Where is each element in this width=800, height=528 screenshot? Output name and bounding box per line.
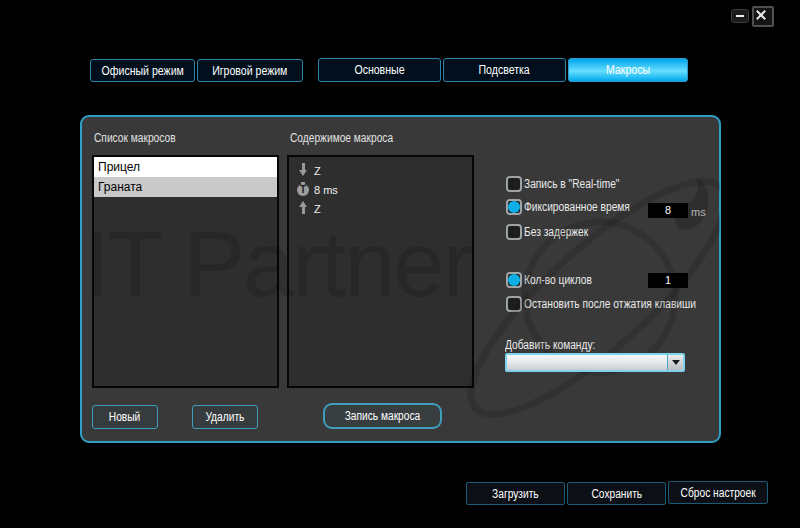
realtime-label: Запись в "Real-time" <box>524 177 619 191</box>
cycles-label: Кол-во циклов <box>524 273 592 287</box>
reset-button[interactable]: Сброс настроек <box>668 481 768 504</box>
no-delay-row: Без задержек <box>506 224 600 240</box>
tab-macros[interactable]: Макросы <box>568 58 688 82</box>
tab-game-mode[interactable]: Игровой режим <box>197 59 303 82</box>
key-up-icon <box>296 201 310 216</box>
record-macro-button-label: Запись макроса <box>345 409 421 423</box>
stop-on-release-label: Остановить после отжатия клавиши <box>524 297 696 311</box>
macro-content-label: Содержимое макроса <box>290 131 393 145</box>
cycles-radio[interactable] <box>506 272 522 288</box>
add-command-dropdown-button[interactable] <box>667 355 683 370</box>
fixed-time-row: Фиксированное время <box>506 199 649 215</box>
tab-game-mode-label: Игровой режим <box>212 64 287 78</box>
minimize-button[interactable] <box>731 9 749 23</box>
tab-backlight[interactable]: Подсветка <box>443 58 566 82</box>
delay-icon: T <box>296 183 310 196</box>
macro-event-keydown[interactable]: Z <box>289 161 472 180</box>
fixed-time-radio[interactable] <box>506 199 522 215</box>
tab-macros-label: Макросы <box>606 63 650 77</box>
macro-list-item[interactable]: Прицел <box>94 157 277 177</box>
no-delay-label: Без задержек <box>524 225 588 239</box>
realtime-checkbox[interactable] <box>506 176 522 192</box>
stop-on-release-checkbox[interactable] <box>506 296 522 312</box>
fixed-time-input[interactable]: 8 <box>648 203 688 218</box>
tab-office-mode-label: Офисный режим <box>101 64 183 78</box>
macro-event-delay-text: 8 ms <box>314 184 338 196</box>
no-delay-checkbox[interactable] <box>506 224 522 240</box>
tab-office-mode[interactable]: Офисный режим <box>90 59 195 82</box>
load-button[interactable]: Загрузить <box>466 482 565 505</box>
close-button[interactable] <box>752 6 774 27</box>
save-button-label: Сохранить <box>591 487 642 501</box>
macro-event-keyup[interactable]: Z <box>289 199 472 218</box>
stop-on-release-row: Остановить после отжатия клавиши <box>506 296 726 312</box>
add-command-label: Добавить команду: <box>505 338 595 352</box>
save-button[interactable]: Сохранить <box>567 482 666 505</box>
macro-list-label: Список макросов <box>94 131 176 145</box>
new-button-label: Новый <box>109 410 140 424</box>
add-command-select[interactable] <box>505 353 685 372</box>
load-button-label: Загрузить <box>492 487 539 501</box>
cycles-row: Кол-во циклов <box>506 272 604 288</box>
chevron-down-icon <box>672 360 680 365</box>
delete-button-label: Удалить <box>206 410 245 424</box>
new-button[interactable]: Новый <box>92 405 158 429</box>
tab-main-label: Основные <box>354 63 404 77</box>
macro-list-item-selected[interactable]: Граната <box>94 177 277 197</box>
macro-event-key2: Z <box>314 203 321 215</box>
reset-button-label: Сброс настроек <box>680 486 755 500</box>
macro-event-key: Z <box>314 165 321 177</box>
delete-button[interactable]: Удалить <box>192 405 258 429</box>
fixed-time-label: Фиксированное время <box>524 200 630 214</box>
macro-content-list[interactable]: Z T 8 ms Z <box>287 155 474 388</box>
key-down-icon <box>296 163 310 178</box>
minimize-icon <box>736 15 744 17</box>
tab-main[interactable]: Основные <box>318 58 441 82</box>
record-macro-button[interactable]: Запись макроса <box>323 403 442 429</box>
macro-list[interactable]: Прицел Граната <box>92 155 279 388</box>
cycles-input[interactable]: 1 <box>648 273 688 288</box>
tab-backlight-label: Подсветка <box>479 63 530 77</box>
realtime-row: Запись в "Real-time" <box>506 176 636 192</box>
macro-event-delay[interactable]: T 8 ms <box>289 180 472 199</box>
fixed-time-unit: ms <box>691 206 706 218</box>
